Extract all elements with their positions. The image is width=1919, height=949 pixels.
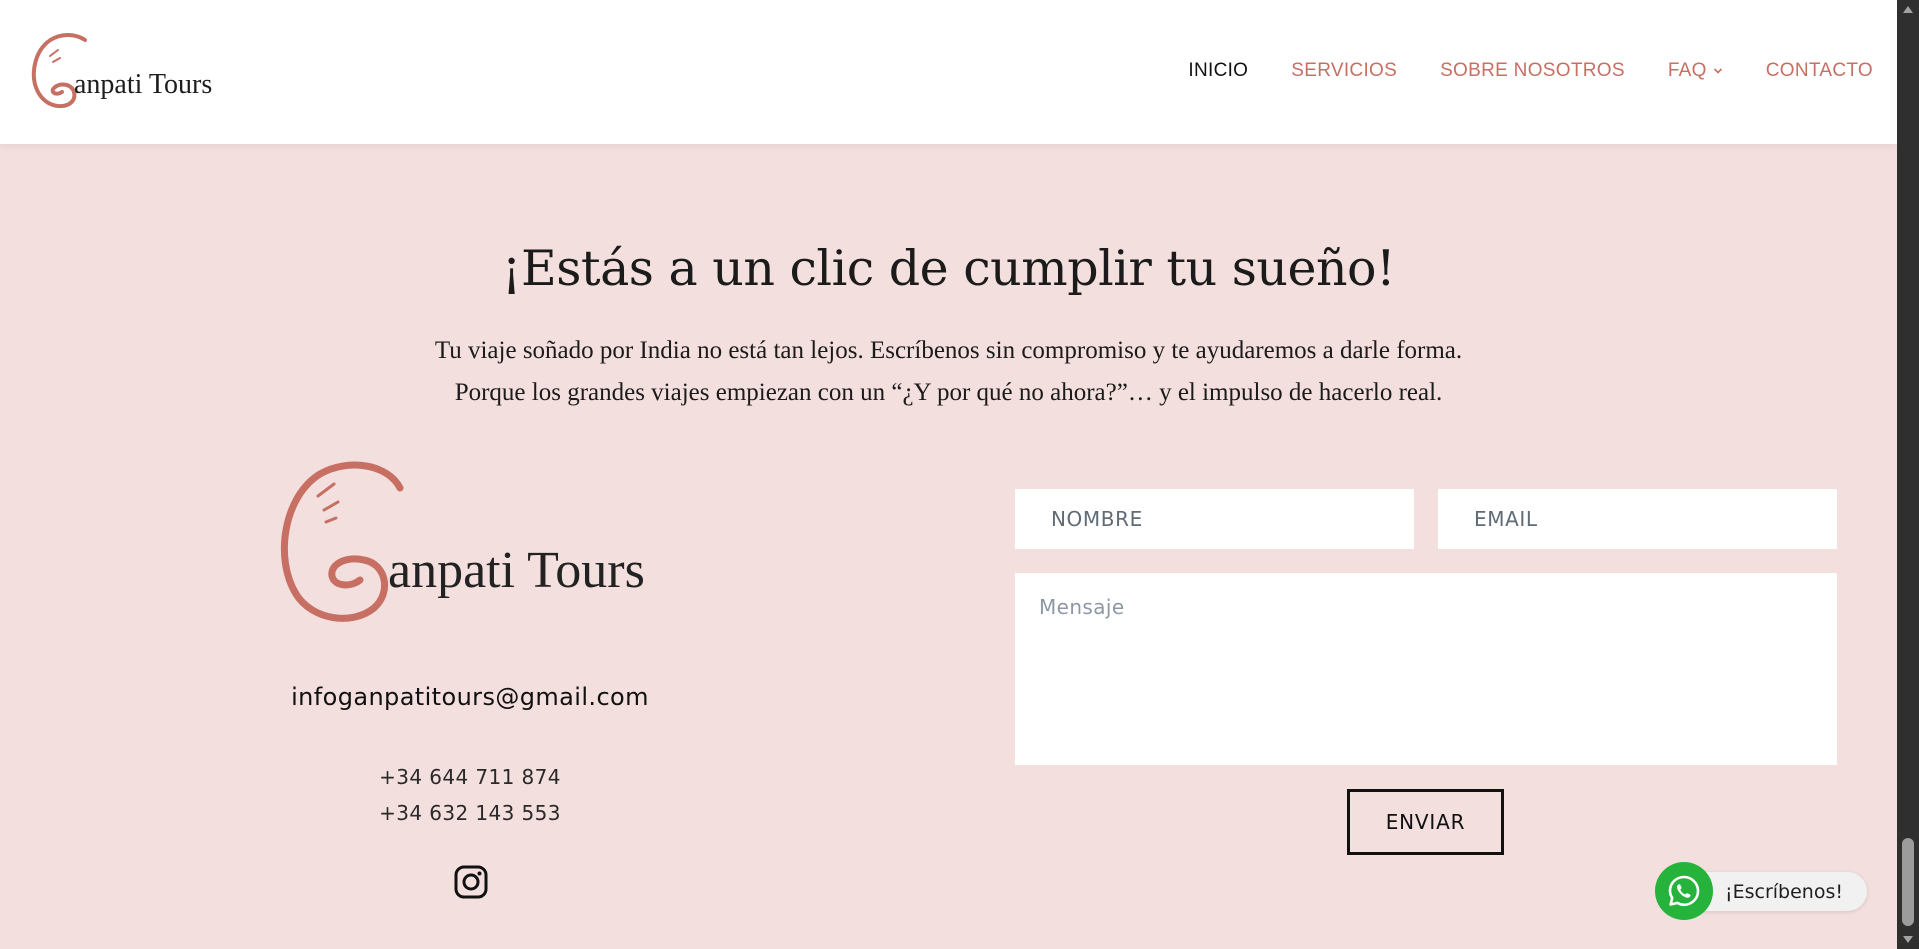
contact-phones: +34 644 711 874 +34 632 143 553: [270, 759, 670, 831]
nav-label: INICIO: [1188, 60, 1249, 81]
nav-label: CONTACTO: [1765, 60, 1873, 81]
nav-label: FAQ: [1667, 60, 1707, 81]
phone-number[interactable]: +34 632 143 553: [270, 795, 670, 831]
header-logo[interactable]: anpati Tours: [30, 32, 215, 112]
whatsapp-label: ¡Escríbenos!: [1725, 880, 1843, 903]
message-field[interactable]: [1015, 573, 1837, 765]
scrollbar[interactable]: [1897, 0, 1919, 949]
contact-headline: ¡Estás a un clic de cumplir tu sueño!: [501, 240, 1396, 297]
subtitle-line-2: Porque los grandes viajes empiezan con u…: [454, 379, 1443, 406]
phone-number[interactable]: +34 644 711 874: [270, 759, 670, 795]
page: anpati Tours INICIO SERVICIOS SOBRE NOSO…: [0, 0, 1919, 949]
instagram-icon[interactable]: [454, 865, 488, 899]
subtitle-line-1: Tu viaje soñado por India no está tan le…: [434, 337, 1463, 364]
nav-label: SERVICIOS: [1291, 60, 1398, 81]
contact-subtitle: Tu viaje soñado por India no está tan le…: [0, 330, 1897, 414]
nav-item-faq[interactable]: FAQ: [1668, 60, 1723, 82]
nav-item-contacto[interactable]: CONTACTO: [1766, 60, 1873, 82]
email-field[interactable]: [1438, 489, 1837, 549]
scroll-down-arrow-icon[interactable]: [1903, 936, 1913, 943]
footer-logo: anpati Tours: [270, 460, 680, 630]
name-field[interactable]: [1015, 489, 1414, 549]
whatsapp-icon: [1668, 875, 1700, 907]
nav-item-sobre-nosotros[interactable]: SOBRE NOSOTROS: [1440, 60, 1625, 82]
main-nav: INICIO SERVICIOS SOBRE NOSOTROS FAQ CONT…: [1145, 60, 1873, 82]
whatsapp-widget[interactable]: ¡Escríbenos!: [1655, 862, 1867, 920]
scroll-up-arrow-icon[interactable]: [1903, 6, 1913, 13]
send-button[interactable]: ENVIAR: [1347, 789, 1504, 855]
contact-email[interactable]: infoganpatitours@gmail.com: [240, 683, 700, 711]
scroll-thumb[interactable]: [1902, 838, 1914, 926]
site-header: anpati Tours INICIO SERVICIOS SOBRE NOSO…: [0, 0, 1897, 144]
nav-item-servicios[interactable]: SERVICIOS: [1291, 60, 1397, 82]
footer-logo-text: anpati Tours: [388, 542, 645, 599]
chevron-down-icon: [1713, 68, 1722, 74]
header-logo-text: anpati Tours: [74, 69, 212, 100]
whatsapp-button[interactable]: [1655, 862, 1713, 920]
nav-item-inicio[interactable]: INICIO: [1188, 60, 1248, 82]
nav-label: SOBRE NOSOTROS: [1440, 60, 1625, 81]
